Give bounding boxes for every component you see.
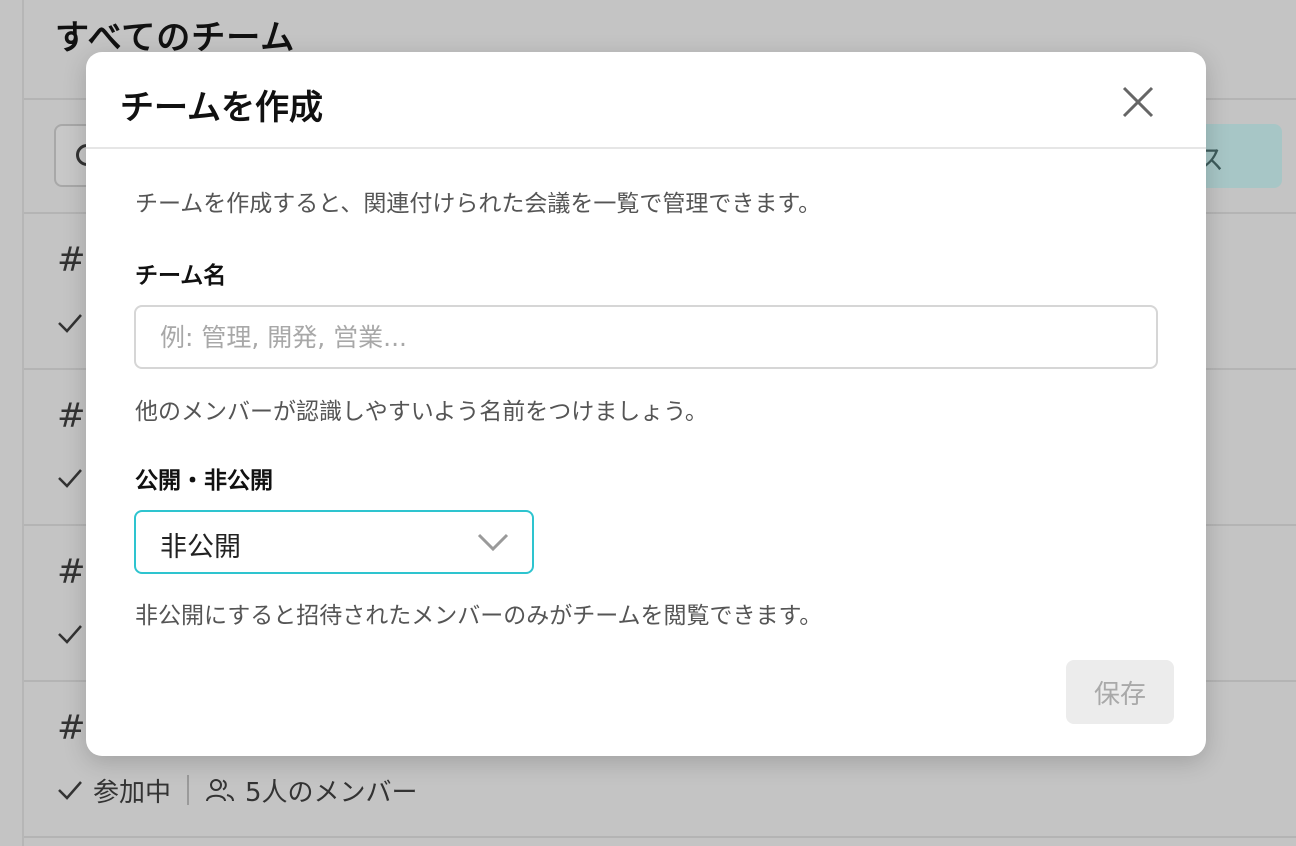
sidebar-divider bbox=[22, 0, 24, 846]
visibility-label: 公開・非公開 bbox=[135, 468, 273, 494]
team-name-input[interactable] bbox=[134, 305, 1158, 369]
row-divider bbox=[24, 836, 1296, 838]
chevron-down-icon bbox=[477, 533, 509, 552]
create-team-dialog: チームを作成 チームを作成すると、関連付けられた会議を一覧で管理できます。 チー… bbox=[86, 52, 1206, 756]
dialog-header: チームを作成 bbox=[86, 52, 1206, 149]
dialog-description: チームを作成すると、関連付けられた会議を一覧で管理できます。 bbox=[135, 191, 822, 217]
team-row-hash-icon: # bbox=[57, 708, 86, 748]
check-icon bbox=[58, 314, 82, 333]
visibility-select[interactable]: 非公開 bbox=[134, 510, 534, 574]
meta-separator bbox=[187, 775, 190, 805]
team-name-help: 他のメンバーが認識しやすいよう名前をつけましょう。 bbox=[135, 399, 708, 425]
team-row-meta: 参加中 5人のメンバー bbox=[57, 772, 418, 808]
save-button[interactable]: 保存 bbox=[1066, 660, 1174, 724]
visibility-help: 非公開にすると招待されたメンバーのみがチームを閲覧できます。 bbox=[135, 603, 823, 629]
visibility-selected-value: 非公開 bbox=[160, 532, 241, 563]
team-row-hash-icon: # bbox=[57, 552, 86, 592]
check-icon bbox=[58, 781, 82, 800]
close-icon[interactable] bbox=[1118, 82, 1158, 122]
team-row-hash-icon: # bbox=[57, 240, 86, 280]
joined-status: 参加中 bbox=[93, 777, 172, 808]
check-icon bbox=[58, 469, 82, 488]
members-icon bbox=[206, 779, 235, 802]
team-name-label: チーム名 bbox=[135, 263, 227, 289]
dialog-title: チームを作成 bbox=[120, 88, 323, 128]
check-icon bbox=[58, 625, 82, 644]
member-count: 5人のメンバー bbox=[245, 777, 418, 808]
